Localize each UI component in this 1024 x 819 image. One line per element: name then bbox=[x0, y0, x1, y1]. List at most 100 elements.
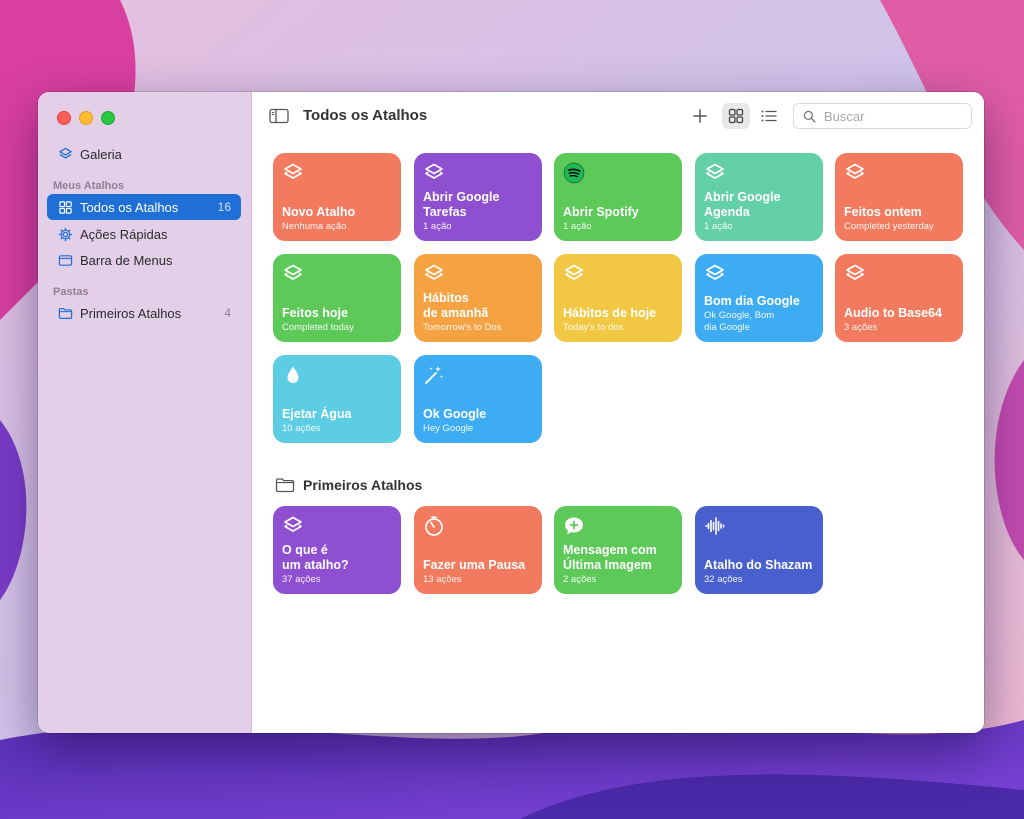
shortcut-name: Abrir Google Agenda bbox=[704, 190, 781, 219]
shortcut-subtitle: Completed yesterday bbox=[844, 221, 934, 232]
grid-view-button[interactable] bbox=[722, 103, 750, 129]
layers-icon bbox=[563, 263, 585, 285]
shortcut-card[interactable]: Ejetar Água 10 ações bbox=[273, 355, 401, 443]
shortcut-card-text: Abrir Google Tarefas 1 ação bbox=[423, 190, 536, 233]
shortcut-name: Audio to Base64 bbox=[844, 306, 942, 320]
layers-icon bbox=[282, 515, 304, 537]
shortcut-subtitle: 32 ações bbox=[704, 574, 743, 585]
sidebar-folder-first-shortcuts[interactable]: Primeiros Atalhos 4 bbox=[47, 300, 241, 326]
shortcut-subtitle: 13 ações bbox=[423, 574, 462, 585]
shortcut-card[interactable]: Hábitos de hoje Today's to dos bbox=[554, 254, 682, 342]
shortcut-name: O que é um atalho? bbox=[282, 543, 349, 572]
shortcut-card[interactable]: Feitos hoje Completed today bbox=[273, 254, 401, 342]
add-shortcut-button[interactable] bbox=[686, 103, 714, 129]
shortcut-card[interactable]: Abrir Spotify 1 ação bbox=[554, 153, 682, 241]
shortcut-card[interactable]: Bom dia Google Ok Google, Bom dia Google bbox=[695, 254, 823, 342]
shortcut-name: Feitos ontem bbox=[844, 205, 922, 219]
close-window-button[interactable] bbox=[57, 111, 71, 125]
folders-header: Pastas bbox=[53, 286, 89, 298]
shortcut-subtitle: 1 ação bbox=[563, 221, 592, 232]
layers-icon bbox=[57, 146, 73, 162]
shortcut-card[interactable]: Atalho do Shazam 32 ações bbox=[695, 506, 823, 594]
sidebar-item-label: Ações Rápidas bbox=[80, 226, 168, 242]
list-icon bbox=[761, 110, 777, 122]
shortcut-name: Hábitos de hoje bbox=[563, 306, 657, 320]
folder-section-title: Primeiros Atalhos bbox=[303, 477, 423, 493]
shortcut-card[interactable]: Abrir Google Tarefas 1 ação bbox=[414, 153, 542, 241]
shortcut-card[interactable]: Novo Atalho Nenhuma ação bbox=[273, 153, 401, 241]
spotify-icon bbox=[563, 162, 585, 184]
sidebar-item-count: 4 bbox=[224, 306, 231, 320]
layers-icon bbox=[704, 162, 726, 184]
my-shortcuts-header: Meus Atalhos bbox=[53, 180, 125, 192]
shortcut-subtitle: 1 ação bbox=[423, 221, 452, 232]
shortcut-card-text: Feitos ontem Completed yesterday bbox=[844, 205, 957, 233]
gear-icon bbox=[57, 226, 73, 242]
shortcut-name: Ok Google bbox=[423, 407, 487, 421]
shortcut-card[interactable]: Hábitos de amanhã Tomorrow's to Dos bbox=[414, 254, 542, 342]
shortcut-name: Hábitos de amanhã bbox=[423, 291, 489, 320]
shortcut-name: Atalho do Shazam bbox=[704, 558, 813, 572]
sidebar-item-menu-bar[interactable]: Barra de Menus bbox=[47, 247, 241, 273]
main-content: Todos os Atalhos Novo Atalho Nenhuma ação… bbox=[252, 92, 984, 733]
shortcuts-window: Galeria Meus Atalhos Todos os Atalhos 16… bbox=[38, 92, 984, 733]
shortcut-card-text: Bom dia Google Ok Google, Bom dia Google bbox=[704, 294, 817, 334]
shortcut-card[interactable]: O que é um atalho? 37 ações bbox=[273, 506, 401, 594]
sidebar-item-gallery[interactable]: Galeria bbox=[47, 141, 241, 167]
toggle-sidebar-button[interactable] bbox=[269, 108, 289, 124]
shortcut-card[interactable]: Ok Google Hey Google bbox=[414, 355, 542, 443]
sidebar-item-label: Barra de Menus bbox=[80, 252, 173, 268]
search-icon bbox=[803, 110, 816, 123]
maximize-window-button[interactable] bbox=[101, 111, 115, 125]
shortcut-card-text: Abrir Spotify 1 ação bbox=[563, 205, 676, 233]
shortcut-card-text: O que é um atalho? 37 ações bbox=[282, 543, 395, 586]
shortcut-subtitle: 37 ações bbox=[282, 574, 321, 585]
search-input[interactable] bbox=[822, 107, 966, 125]
shortcut-subtitle: Tomorrow's to Dos bbox=[423, 322, 502, 333]
shortcut-card-text: Hábitos de amanhã Tomorrow's to Dos bbox=[423, 291, 536, 334]
search-field[interactable] bbox=[793, 103, 972, 129]
shortcut-subtitle: Ok Google, Bom dia Google bbox=[704, 310, 775, 333]
shortcut-name: Bom dia Google bbox=[704, 294, 800, 308]
page-title: Todos os Atalhos bbox=[303, 107, 428, 124]
sidebar-item-all-shortcuts[interactable]: Todos os Atalhos 16 bbox=[47, 194, 241, 220]
layers-icon bbox=[282, 263, 304, 285]
menubar-icon bbox=[57, 252, 73, 268]
shortcut-subtitle: 2 ações bbox=[563, 574, 597, 585]
grid-icon bbox=[57, 199, 73, 215]
layers-icon bbox=[704, 263, 726, 285]
sidebar-toggle-icon bbox=[269, 108, 289, 124]
shortcut-card[interactable]: Feitos ontem Completed yesterday bbox=[835, 153, 963, 241]
magic-wand-icon bbox=[423, 364, 445, 386]
sidebar-item-quick-actions[interactable]: Ações Rápidas bbox=[47, 221, 241, 247]
sidebar-item-count: 16 bbox=[217, 200, 231, 214]
list-view-button[interactable] bbox=[755, 103, 783, 129]
folder-icon bbox=[275, 478, 295, 493]
shortcut-subtitle: 3 ações bbox=[844, 322, 878, 333]
layers-icon bbox=[844, 263, 866, 285]
shortcut-subtitle: Nenhuma ação bbox=[282, 221, 347, 232]
shortcut-card-text: Abrir Google Agenda 1 ação bbox=[704, 190, 817, 233]
sidebar-item-label: Todos os Atalhos bbox=[80, 199, 179, 215]
shortcut-name: Ejetar Água bbox=[282, 407, 352, 421]
shortcut-subtitle: Completed today bbox=[282, 322, 354, 333]
waveform-icon bbox=[704, 515, 726, 537]
shortcut-subtitle: Hey Google bbox=[423, 423, 474, 434]
shortcut-subtitle: Today's to dos bbox=[563, 322, 624, 333]
shortcut-card[interactable]: Fazer uma Pausa 13 ações bbox=[414, 506, 542, 594]
shortcut-card[interactable]: Mensagem com Última Imagem 2 ações bbox=[554, 506, 682, 594]
message-plus-icon bbox=[563, 515, 585, 537]
shortcut-card-text: Ok Google Hey Google bbox=[423, 407, 536, 435]
shortcut-card[interactable]: Abrir Google Agenda 1 ação bbox=[695, 153, 823, 241]
shortcut-subtitle: 10 ações bbox=[282, 423, 321, 434]
shortcut-name: Novo Atalho bbox=[282, 205, 356, 219]
grid-icon bbox=[728, 108, 744, 124]
shortcut-card-text: Novo Atalho Nenhuma ação bbox=[282, 205, 395, 233]
drop-icon bbox=[282, 364, 304, 386]
layers-icon bbox=[423, 263, 445, 285]
minimize-window-button[interactable] bbox=[79, 111, 93, 125]
shortcut-card-text: Hábitos de hoje Today's to dos bbox=[563, 306, 676, 334]
shortcut-card[interactable]: Audio to Base64 3 ações bbox=[835, 254, 963, 342]
sidebar-item-label: Galeria bbox=[80, 146, 122, 162]
layers-icon bbox=[844, 162, 866, 184]
